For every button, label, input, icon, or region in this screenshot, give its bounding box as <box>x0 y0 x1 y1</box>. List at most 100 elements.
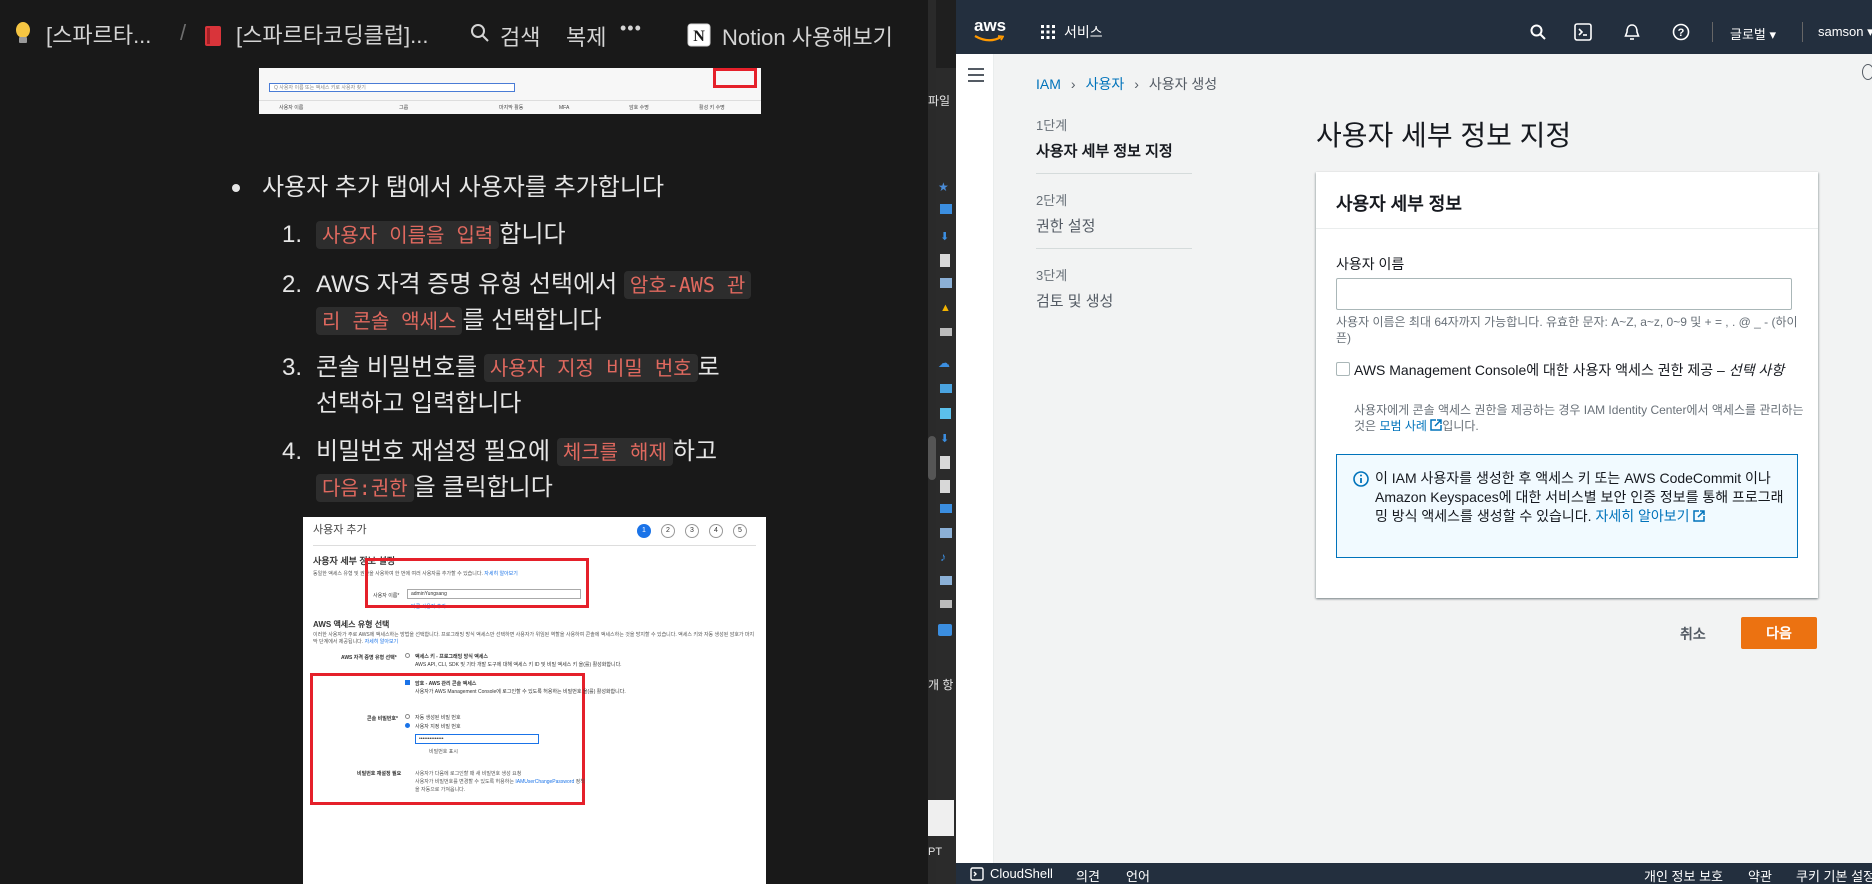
console-access-checkbox[interactable] <box>1336 362 1350 376</box>
list-text-after: 을 클릭합니다 <box>413 474 553 501</box>
search-button[interactable]: 검색 <box>470 20 540 52</box>
more-options-button[interactable]: ••• <box>620 18 642 39</box>
breadcrumb-iam[interactable]: IAM <box>1036 76 1061 92</box>
breadcrumb-label: [스파르타코딩클럽]... <box>236 23 429 48</box>
list-text-line2: 선택하고 입력합니다 <box>316 390 522 417</box>
download-icon: ⬇ <box>940 433 950 445</box>
breadcrumb-item-2[interactable]: [스파르타코딩클럽]... <box>204 18 428 50</box>
duplicate-button[interactable]: 복제 <box>566 20 606 52</box>
aws-logo[interactable]: aws <box>972 16 1006 46</box>
svg-text:?: ? <box>1678 27 1685 39</box>
download-icon: ⬇ <box>940 231 950 243</box>
screenshot-reset-link: IAMUserChangePassword <box>515 779 575 785</box>
cloudshell-icon[interactable] <box>1574 23 1592 44</box>
step-circle: 3 <box>685 524 699 538</box>
step-divider <box>1036 248 1192 249</box>
list-text-pre: AWS 자격 증명 유형 선택에서 <box>316 271 624 298</box>
step-number: 3단계 <box>1036 268 1068 283</box>
screenshot-desc2-link: 자세히 알아보기 <box>364 639 399 645</box>
video-icon <box>940 576 952 585</box>
lightbulb-icon <box>14 21 32 47</box>
radio-checked-icon <box>405 723 410 728</box>
browser-topbar <box>956 0 1872 10</box>
screenshot-opt2-label: 암호 - AWS 관리 콘솔 액세스 <box>415 681 477 687</box>
username-label: 사용자 이름 <box>1336 256 1405 272</box>
bell-icon[interactable] <box>1624 23 1640 44</box>
screenshot-show-pw: 비밀번호 표시 <box>429 749 458 755</box>
wizard-step-2[interactable]: 2단계 권한 설정 <box>1036 190 1095 236</box>
breadcrumb-users[interactable]: 사용자 <box>1086 74 1125 94</box>
list-text-after: 하고 <box>672 438 718 465</box>
info-icon <box>1353 471 1369 492</box>
bullet-text: 사용자 추가 탭에서 사용자를 추가합니다 <box>262 174 665 201</box>
feedback-link[interactable]: 의견 <box>1076 866 1100 884</box>
screenshot-col: 암호 수명 <box>629 105 649 111</box>
cancel-button[interactable]: 취소 <box>1680 624 1706 644</box>
language-link[interactable]: 언어 <box>1126 866 1150 884</box>
svg-text:N: N <box>693 28 705 45</box>
learn-more-link[interactable]: 자세히 알아보기 <box>1595 508 1706 524</box>
screenshot-col: 활성 키 수명 <box>699 105 725 111</box>
list-text: AWS 자격 증명 유형 선택에서 암호-AWS 관 <box>316 267 752 303</box>
search-icon[interactable] <box>1530 24 1546 43</box>
info-text-body: 이 IAM 사용자를 생성한 후 액세스 키 또는 AWS CodeCommit… <box>1375 470 1784 524</box>
next-button-label: 다음 <box>1766 625 1792 641</box>
help-icon[interactable]: ? <box>1672 23 1690 44</box>
desktop-icon <box>940 504 952 513</box>
hamburger-icon[interactable] <box>968 68 984 87</box>
next-button[interactable]: 다음 <box>1741 617 1817 649</box>
nav-divider <box>1712 22 1713 42</box>
breadcrumb-item-1[interactable]: [스파르타... <box>14 18 151 50</box>
screenshot-pw-opt2: 사용자 지정 비밀 번호 <box>415 724 461 730</box>
best-practice-link-label: 모범 사례 <box>1379 419 1427 433</box>
step-title: 권한 설정 <box>1036 218 1096 235</box>
inline-code: 암호-AWS 관 <box>623 271 752 299</box>
region-selector[interactable]: 글로벌 ▾ <box>1730 24 1776 43</box>
inline-code: 사용자 지정 비밀 번호 <box>483 354 698 382</box>
screenshot-cred-label: AWS 자격 증명 유형 선택* <box>341 655 397 661</box>
folder-icon <box>940 204 952 214</box>
list-item-4: 4. 비밀번호 재설정 필요에 체크를 해제 하고 다음:권한 을 클릭합니다 <box>268 434 828 506</box>
cube-icon <box>940 408 951 419</box>
cloudshell-footer-button[interactable]: CloudShell <box>970 866 1053 881</box>
wizard-step-1[interactable]: 1단계 사용자 세부 정보 지정 <box>1036 115 1173 161</box>
list-text-line2: 다음:권한 을 클릭합니다 <box>316 470 553 506</box>
screenshot-divider <box>313 545 756 546</box>
list-text-pre: 비밀번호 재설정 필요에 <box>316 438 557 465</box>
list-number: 2. <box>281 271 302 298</box>
list-text-after: 로 <box>697 354 720 381</box>
privacy-link[interactable]: 개인 정보 보호 <box>1644 866 1723 884</box>
terms-link[interactable]: 약관 <box>1748 866 1772 884</box>
services-menu[interactable]: 서비스 <box>1040 22 1103 42</box>
try-notion-button[interactable]: N Notion 사용해보기 <box>686 20 893 52</box>
cloudshell-icon <box>970 866 984 881</box>
strip-icons: ★ ⬇ ▲ ☁ ⬇ ♪ <box>938 180 954 650</box>
disk-icon <box>940 600 952 608</box>
screenshot-table-header: 사용자 이름 그룹 마지막 활동 MFA 암호 수명 활성 키 수명 <box>259 100 761 114</box>
iam-users-screenshot: Q 사용자 이름 또는 액세스 키로 사용자 찾기 사용자 이름 그룹 마지막 … <box>259 68 761 114</box>
console-access-label-text: AWS Management Console에 대한 사용자 액세스 권한 제공… <box>1354 362 1725 378</box>
username-input[interactable] <box>1336 278 1792 310</box>
screenshot-search-box: Q 사용자 이름 또는 액세스 키로 사용자 찾기 <box>269 83 515 92</box>
image-icon <box>940 528 952 538</box>
info-panel-icon[interactable] <box>1862 64 1872 80</box>
services-label: 서비스 <box>1064 24 1103 40</box>
list-number: 4. <box>281 438 302 465</box>
notion-scrollbar-thumb[interactable] <box>928 436 936 480</box>
document-thumb <box>928 800 954 836</box>
star-icon: ★ <box>938 180 949 194</box>
wizard-step-3[interactable]: 3단계 검토 및 생성 <box>1036 265 1113 311</box>
grid-icon <box>1040 24 1056 40</box>
page-title: 사용자 세부 정보 지정 <box>1316 120 1572 151</box>
search-icon <box>470 23 490 49</box>
cookies-link[interactable]: 쿠키 기본 설정 <box>1796 866 1872 884</box>
account-menu[interactable]: samson ▾ <box>1818 24 1872 40</box>
document-icon <box>940 254 950 267</box>
screenshot-pw-label: 콘솔 비밀번호* <box>367 716 398 722</box>
console-access-optional: 선택 사항 <box>1728 362 1785 378</box>
best-practice-link[interactable]: 모범 사례 <box>1379 419 1443 433</box>
screenshot-col: 그룹 <box>399 105 409 111</box>
strip-label: 개 항 <box>928 678 954 692</box>
aws-top-nav: aws 서비스 ? 글로벌 ▾ samson ▾ <box>956 10 1872 54</box>
learn-more-label: 자세히 알아보기 <box>1595 508 1690 524</box>
